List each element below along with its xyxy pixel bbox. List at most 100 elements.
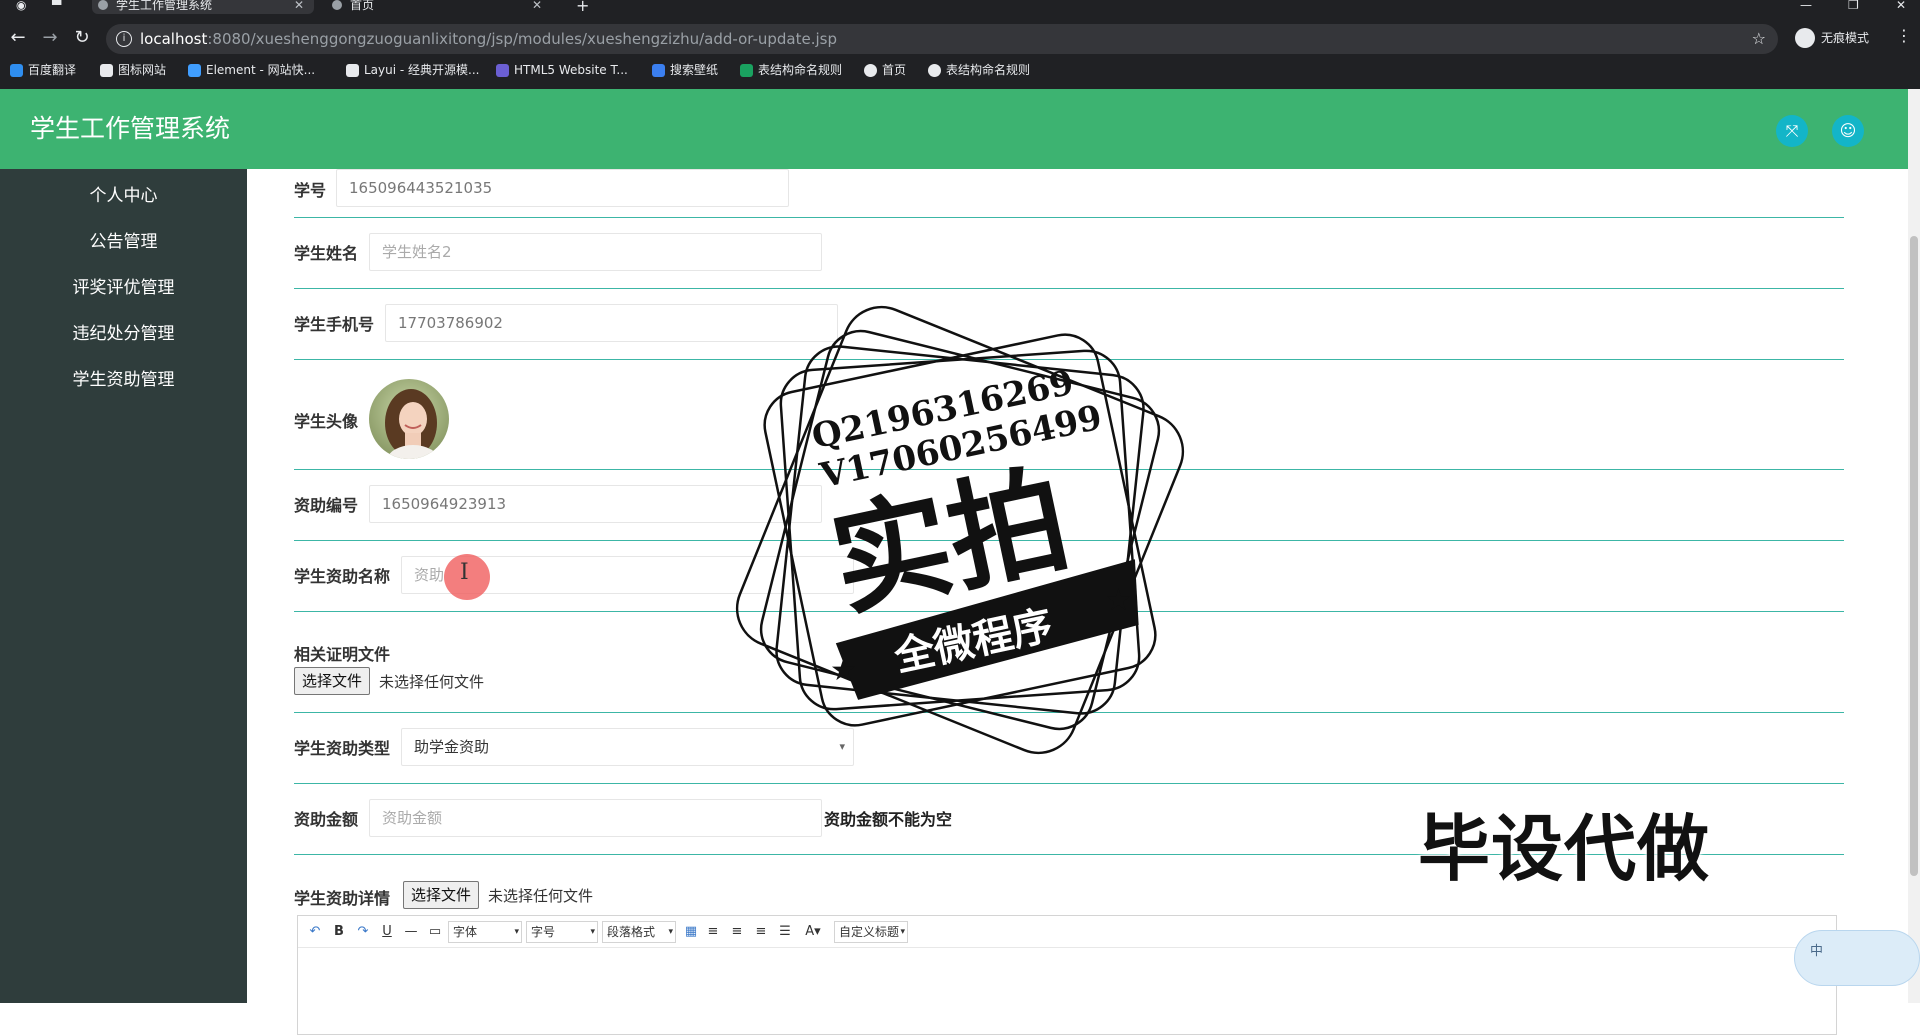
tab-strip: ◉ ▀ 学生工作管理系统 ✕ 首页 ✕ + — ❐ ✕ <box>0 0 1920 14</box>
proof-file-label: 相关证明文件 <box>294 645 391 664</box>
font-size-select[interactable]: 字号 ▾ <box>526 921 598 943</box>
student-no-input[interactable]: 165096443521035 <box>336 169 789 207</box>
bookmark-favicon-icon <box>740 64 753 77</box>
back-icon[interactable]: ← <box>6 26 30 50</box>
chevron-down-icon: ▾ <box>514 927 519 937</box>
forward-icon[interactable]: → <box>38 26 62 50</box>
aid-no-label: 资助编号 <box>294 496 359 515</box>
browser-menu-icon[interactable]: ⋮ <box>1896 26 1912 45</box>
watermark-stamp: Q2196316269 V17060256499 实拍 全微程序 ★ ★ <box>735 305 1185 755</box>
reload-icon[interactable]: ↻ <box>70 26 94 50</box>
align-left-icon[interactable]: ≡ <box>704 923 722 941</box>
sidebar-item-awards[interactable]: 评奖评优管理 <box>0 265 247 311</box>
horizontal-rule-icon[interactable]: — <box>402 923 420 941</box>
student-avatar-image[interactable] <box>369 379 449 459</box>
bookmark-item[interactable]: 百度翻译 <box>10 58 76 82</box>
rich-text-editor[interactable]: ↶ B ↷ U — ▭ 字体 ▾ 字号 ▾ 段落格式 ▾ ▦ ≡ ≡ ≡ ☰ A▾ 自… <box>297 915 1837 1035</box>
fullscreen-icon[interactable]: ⤧ <box>1776 115 1808 147</box>
chevron-down-icon: ▾ <box>668 927 673 937</box>
custom-title-select[interactable]: 自定义标题 ▾ <box>834 921 908 943</box>
bookmark-item[interactable]: HTML5 Website T... <box>496 58 628 82</box>
bookmark-favicon-icon <box>10 64 23 77</box>
aid-type-label: 学生资助类型 <box>294 739 391 758</box>
aid-type-selected: 助学金资助 <box>414 738 490 756</box>
star-icon: ★ <box>1105 583 1132 618</box>
bold-icon[interactable]: B <box>330 923 348 941</box>
bookmark-favicon-icon <box>928 64 941 77</box>
bookmark-favicon-icon <box>100 64 113 77</box>
incognito-label: 无痕模式 <box>1821 31 1870 45</box>
close-window-icon[interactable]: ✕ <box>1896 0 1906 11</box>
maximize-icon[interactable]: ❐ <box>1848 0 1859 11</box>
avatar-photo-icon <box>369 379 449 459</box>
paragraph-format-select[interactable]: 段落格式 ▾ <box>602 921 676 943</box>
tab-favicon-icon <box>98 0 108 10</box>
align-justify-icon[interactable]: ☰ <box>776 923 794 941</box>
tab-title: 学生工作管理系统 <box>116 0 213 12</box>
form-row-student-no: 学号 165096443521035 <box>294 169 1844 218</box>
bookmark-favicon-icon <box>346 64 359 77</box>
promo-overlay-text: 毕设代做 <box>1418 807 1711 891</box>
sidebar-item-student-aid[interactable]: 学生资助管理 <box>0 357 247 403</box>
aid-detail-label: 学生资助详情 <box>294 889 391 908</box>
bookmark-favicon-icon <box>188 64 201 77</box>
tab-close-icon[interactable]: ✕ <box>294 0 304 11</box>
aid-detail-file-status: 未选择任何文件 <box>488 887 594 905</box>
star-icon: ★ <box>830 653 857 688</box>
aid-name-label: 学生资助名称 <box>294 567 391 586</box>
bookmark-item[interactable]: 图标网站 <box>100 58 166 82</box>
tab-favicon-icon <box>332 0 342 10</box>
app-header: 学生工作管理系统 ⤧ ☺ <box>0 89 1908 169</box>
bookmark-star-icon[interactable]: ☆ <box>1752 24 1766 54</box>
aid-detail-choose-button[interactable]: 选择文件 <box>403 881 480 909</box>
bookmark-item[interactable]: 表结构命名规则 <box>740 58 842 82</box>
chevron-down-icon: ▾ <box>590 927 595 937</box>
chevron-down-icon: ▾ <box>900 927 905 937</box>
underline-icon[interactable]: U <box>378 923 396 941</box>
tab-search-icon[interactable]: ▀ <box>52 0 61 11</box>
ime-mode-label[interactable]: 中 <box>1810 940 1823 959</box>
bookmark-item[interactable]: 表结构命名规则 <box>928 58 1030 82</box>
sidebar-item-discipline[interactable]: 违纪处分管理 <box>0 311 247 357</box>
tab-active[interactable]: 学生工作管理系统 ✕ <box>92 0 314 14</box>
student-no-label: 学号 <box>294 181 327 200</box>
bookmark-favicon-icon <box>652 64 665 77</box>
table-icon[interactable]: ▦ <box>682 923 700 941</box>
align-right-icon[interactable]: ≡ <box>752 923 770 941</box>
tab-home[interactable]: 首页 ✕ <box>326 0 552 14</box>
incognito-icon <box>1795 28 1815 48</box>
app-title: 学生工作管理系统 <box>30 114 231 143</box>
new-tab-icon[interactable]: + <box>576 0 589 14</box>
user-icon[interactable]: ☺ <box>1832 115 1864 147</box>
bookmark-item[interactable]: 搜索壁纸 <box>652 58 718 82</box>
aid-amount-label: 资助金额 <box>294 810 359 829</box>
sidebar-item-personal-center[interactable]: 个人中心 <box>0 173 247 219</box>
browser-logo-icon: ◉ <box>16 0 27 12</box>
incognito-indicator[interactable]: 无痕模式 <box>1795 26 1869 50</box>
align-center-icon[interactable]: ≡ <box>728 923 746 941</box>
text-cursor-icon: I <box>460 560 469 585</box>
form-row-student-name: 学生姓名 学生姓名2 <box>294 218 1844 289</box>
tab-close-icon[interactable]: ✕ <box>532 0 542 11</box>
undo-icon[interactable]: ↶ <box>306 923 324 941</box>
font-color-icon[interactable]: A▾ <box>800 923 826 941</box>
redo-icon[interactable]: ↷ <box>354 923 372 941</box>
scrollbar-thumb[interactable] <box>1910 236 1918 876</box>
bookmark-item[interactable]: Element - 网站快... <box>188 58 315 82</box>
editor-toolbar: ↶ B ↷ U — ▭ 字体 ▾ 字号 ▾ 段落格式 ▾ ▦ ≡ ≡ ≡ ☰ A▾ 自… <box>298 916 1836 948</box>
student-name-input[interactable]: 学生姓名2 <box>369 233 822 271</box>
bookmark-item[interactable]: Layui - 经典开源模... <box>346 58 479 82</box>
bookmark-item[interactable]: 首页 <box>864 58 906 82</box>
sidebar-item-notice[interactable]: 公告管理 <box>0 219 247 265</box>
student-name-label: 学生姓名 <box>294 244 359 263</box>
page-scrollbar[interactable] <box>1908 89 1920 1003</box>
student-avatar-label: 学生头像 <box>294 412 359 431</box>
aid-amount-input[interactable]: 资助金额 <box>369 799 822 837</box>
proof-file-choose-button[interactable]: 选择文件 <box>294 667 371 695</box>
site-info-icon[interactable]: i <box>116 31 132 47</box>
address-bar[interactable]: i localhost:8080/xueshenggongzuoguanlixi… <box>106 24 1778 54</box>
proof-file-status: 未选择任何文件 <box>379 673 485 691</box>
minimize-icon[interactable]: — <box>1800 0 1812 11</box>
clear-format-icon[interactable]: ▭ <box>426 923 444 941</box>
font-family-select[interactable]: 字体 ▾ <box>448 921 522 943</box>
